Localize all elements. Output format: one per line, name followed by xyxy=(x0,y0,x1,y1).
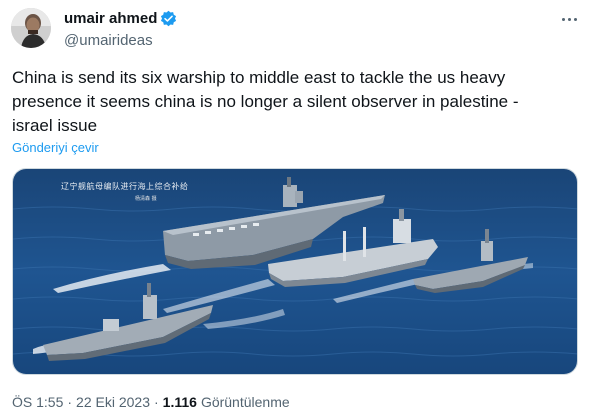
author-handle[interactable]: @umairideas xyxy=(64,32,153,49)
views-label: Görüntülenme xyxy=(200,394,290,410)
tweet-card: umair ahmed @umairideas China is send it… xyxy=(0,0,590,415)
display-name[interactable]: umair ahmed xyxy=(64,10,157,27)
warships-photo xyxy=(13,169,577,374)
verified-badge-icon xyxy=(161,10,177,27)
translate-link[interactable]: Gönderiyi çevir xyxy=(12,140,99,155)
tweet-media-image[interactable]: 辽宁舰航母编队进行海上综合补给 杨清森 摄 xyxy=(12,168,578,375)
avatar[interactable] xyxy=(11,8,51,48)
media-caption: 辽宁舰航母编队进行海上综合补给 xyxy=(61,182,189,191)
tweet-metadata: ÖS 1:55 · 22 Eki 2023 · 1.116 Görüntülen… xyxy=(12,394,290,410)
author-name-row: umair ahmed xyxy=(64,10,177,27)
tweet-text: China is send its six warship to middle … xyxy=(12,68,519,135)
separator-dot: · xyxy=(154,394,159,410)
tweet-date[interactable]: 22 Eki 2023 xyxy=(76,394,150,410)
separator-dot: · xyxy=(67,394,73,410)
media-caption-credit: 杨清森 摄 xyxy=(135,196,157,202)
views-count: 1.116 xyxy=(162,394,197,410)
avatar-image xyxy=(11,8,51,48)
tweet-time[interactable]: ÖS 1:55 xyxy=(12,394,63,410)
more-dots-icon[interactable] xyxy=(556,10,582,28)
